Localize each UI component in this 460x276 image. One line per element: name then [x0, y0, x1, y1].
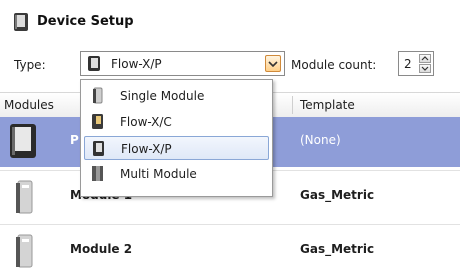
spin-down-button[interactable]: [419, 64, 431, 73]
flow-x-p-device-icon: [10, 124, 36, 158]
module-count-value: 2: [404, 57, 412, 71]
type-select-value: Flow-X/P: [111, 57, 162, 71]
option-label: Flow-X/P: [121, 142, 172, 156]
option-label: Multi Module: [120, 167, 197, 181]
flow-x-p-icon: [93, 141, 104, 156]
spin-up-button[interactable]: [419, 54, 431, 63]
module-icon: [16, 234, 33, 268]
multi-module-icon: [92, 166, 103, 181]
column-divider: [292, 96, 293, 114]
title-bar: Device Setup: [0, 0, 460, 42]
type-label: Type:: [14, 58, 46, 72]
module-count-stepper[interactable]: 2: [398, 51, 434, 76]
table-row[interactable]: Module 2 Gas_Metric: [0, 226, 460, 276]
flow-x-c-icon: [92, 114, 103, 129]
module-name: Module 2: [70, 242, 133, 256]
flow-x-p-icon: [88, 56, 100, 71]
spin-buttons: [419, 54, 431, 73]
column-header-modules[interactable]: Modules: [4, 98, 54, 112]
module-template: (None): [300, 133, 341, 147]
single-module-icon: [93, 87, 103, 104]
dropdown-option-flow-x-p[interactable]: Flow-X/P: [84, 136, 269, 160]
type-dropdown-list: Single Module Flow-X/C Flow-X/P Multi Mo…: [80, 79, 273, 197]
column-header-template[interactable]: Template: [300, 98, 355, 112]
module-icon: [16, 180, 33, 214]
chevron-down-icon: [421, 66, 429, 71]
module-template: Gas_Metric: [300, 188, 375, 202]
dropdown-button[interactable]: [265, 55, 281, 72]
chevron-down-icon: [268, 61, 278, 68]
option-label: Single Module: [120, 89, 205, 103]
dropdown-option-single-module[interactable]: Single Module: [84, 84, 269, 108]
type-select[interactable]: Flow-X/P: [80, 51, 285, 76]
dropdown-option-flow-x-c[interactable]: Flow-X/C: [84, 110, 269, 134]
module-template: Gas_Metric: [300, 242, 375, 256]
chevron-up-icon: [421, 56, 429, 61]
device-icon: [14, 13, 28, 31]
row-divider: [0, 224, 460, 225]
module-count-label: Module count:: [291, 58, 377, 72]
dialog-title: Device Setup: [37, 14, 134, 29]
module-name: P: [70, 133, 79, 147]
dropdown-option-multi-module[interactable]: Multi Module: [84, 162, 269, 186]
option-label: Flow-X/C: [120, 115, 172, 129]
